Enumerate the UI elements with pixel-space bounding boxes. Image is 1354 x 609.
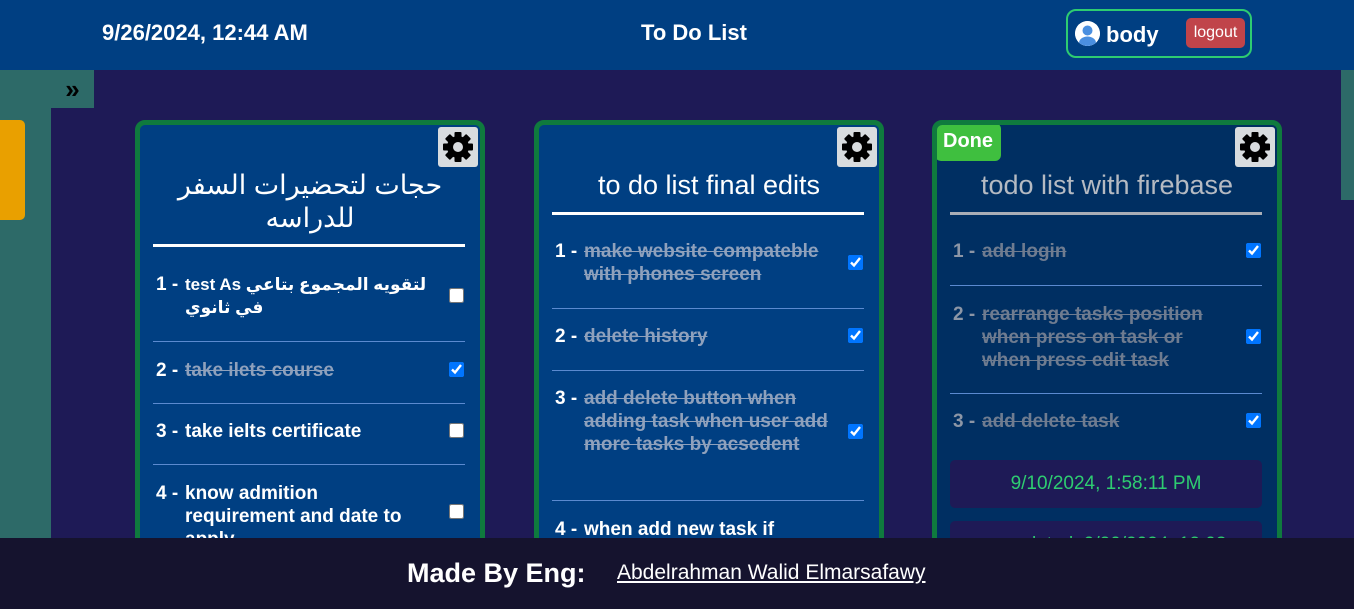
task-index: 2 - [953, 304, 976, 325]
card-settings-button[interactable] [438, 127, 478, 167]
task-index: 1 - [953, 241, 976, 262]
sidebar-toggle-button[interactable]: » [51, 70, 94, 108]
task-checkbox[interactable] [1246, 413, 1261, 428]
user-avatar-icon [1075, 21, 1100, 46]
task-index: 1 - [555, 241, 578, 262]
task-divider [552, 370, 864, 371]
task-checkbox[interactable] [848, 424, 863, 439]
card-settings-button[interactable] [1235, 127, 1275, 167]
title-divider [153, 244, 465, 247]
task-divider [153, 341, 465, 342]
task-divider [552, 500, 864, 501]
task-text: add login [982, 241, 1067, 262]
task-checkbox[interactable] [449, 504, 464, 519]
task-text: make website compateble with phones scre… [584, 241, 819, 285]
task-text: take ilets course [185, 360, 334, 381]
todo-card: to do list final edits 1 - make website … [534, 120, 884, 560]
task-index: 3 - [156, 421, 179, 442]
task-divider [950, 393, 1262, 394]
task-index: 4 - [156, 483, 179, 504]
double-chevron-right-icon: » [65, 74, 80, 104]
task-checkbox[interactable] [1246, 329, 1261, 344]
done-badge: Done [937, 125, 1001, 161]
gear-icon [842, 132, 872, 162]
card-settings-button[interactable] [837, 127, 877, 167]
task-text: rearrange tasks position when press on t… [982, 304, 1203, 371]
task-divider [552, 308, 864, 309]
user-box: body logout [1066, 9, 1252, 58]
task-text: take ielts certificate [185, 421, 362, 442]
task-text: delete history [584, 326, 708, 347]
task-checkbox[interactable] [848, 255, 863, 270]
author-link[interactable]: Abdelrahman Walid Elmarsafawy [617, 561, 926, 585]
task-index: 2 - [555, 326, 578, 347]
task-checkbox[interactable] [449, 288, 464, 303]
task-index: 1 - [156, 274, 179, 295]
username: body [1106, 22, 1159, 47]
task-checkbox[interactable] [848, 328, 863, 343]
header: 9/26/2024, 12:44 AM To Do List body logo… [0, 0, 1354, 70]
task-divider [950, 285, 1262, 286]
sidebar-tab[interactable] [0, 120, 25, 220]
task-text: add delete task [982, 411, 1120, 432]
card-title: حجات لتحضيرات السفر للدراسه [177, 170, 443, 233]
gear-icon [1240, 132, 1270, 162]
card-title: todo list with firebase [980, 170, 1234, 200]
title-divider [950, 212, 1262, 215]
task-text: test As لتقويه المجموع بتاعي في ثانوي [185, 275, 427, 317]
task-divider [153, 464, 465, 465]
task-index: 2 - [156, 360, 179, 381]
task-index: 3 - [953, 411, 976, 432]
task-checkbox[interactable] [449, 362, 464, 377]
task-index: 3 - [555, 388, 578, 409]
title-divider [552, 212, 864, 215]
task-checkbox[interactable] [449, 423, 464, 438]
todo-card-done: Done todo list with firebase 1 - add log… [932, 120, 1282, 560]
scrollbar[interactable] [1341, 70, 1354, 200]
made-by-label: Made By Eng: [407, 558, 586, 588]
gear-icon [443, 132, 473, 162]
task-divider [153, 403, 465, 404]
todo-card: حجات لتحضيرات السفر للدراسه 1 - test As … [135, 120, 485, 560]
created-date: 9/10/2024, 1:58:11 PM [950, 460, 1262, 508]
task-text: add delete button when adding task when … [584, 388, 828, 455]
task-checkbox[interactable] [1246, 243, 1261, 258]
footer: Made By Eng: Abdelrahman Walid Elmarsafa… [0, 538, 1354, 609]
logout-button[interactable]: logout [1186, 18, 1245, 48]
card-title: to do list final edits [597, 170, 821, 200]
